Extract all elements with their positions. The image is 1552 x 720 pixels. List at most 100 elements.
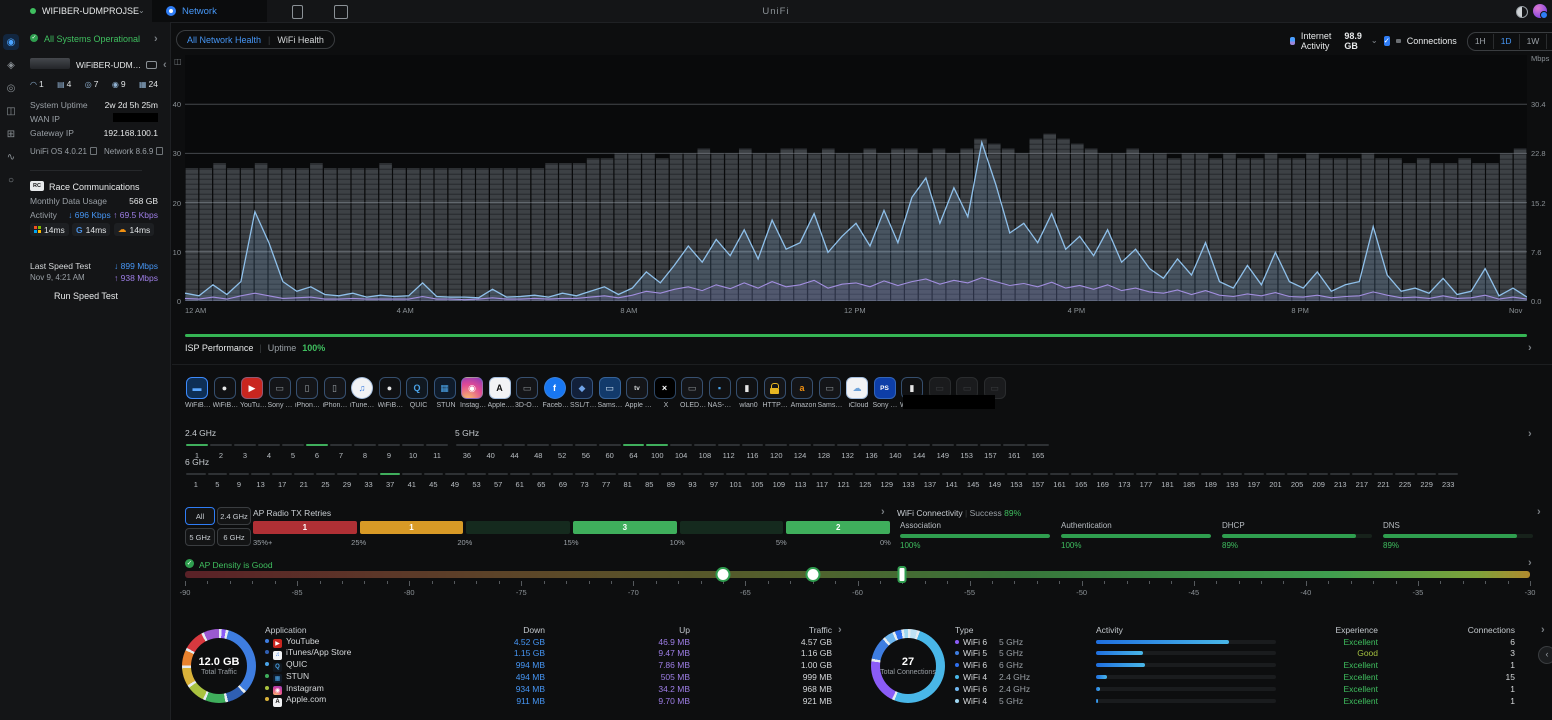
col-type[interactable]: Type [955,625,1096,635]
channel-165[interactable]: 165 [1070,473,1092,489]
innerspace-app-icon[interactable] [334,5,348,19]
channel-41[interactable]: 41 [401,473,423,489]
app-cell-instagram[interactable]: ◉Instagram [265,683,445,695]
channel-193[interactable]: 193 [1222,473,1244,489]
channel-133[interactable]: 133 [898,473,920,489]
copy-icon[interactable] [90,147,97,155]
channel-85[interactable]: 85 [638,473,660,489]
panel-collapse-icon[interactable]: ‹ [163,60,167,70]
channel-169[interactable]: 169 [1092,473,1114,489]
channel-105[interactable]: 105 [746,473,768,489]
type-cell[interactable]: WiFi 62.4 GHz [955,684,1096,694]
wifi-connectivity-chevron-icon[interactable]: › [1537,507,1541,517]
channel-153[interactable]: 153 [1006,473,1028,489]
app-wifiber-ap[interactable]: ▬WiFiBER-... [185,377,212,409]
channel-21[interactable]: 21 [293,473,315,489]
filter-all[interactable]: All [185,507,215,525]
channel-121[interactable]: 121 [833,473,855,489]
channel-113[interactable]: 113 [790,473,812,489]
app-samsung-device[interactable]: ▭Samsung-... [818,377,845,409]
channel-17[interactable]: 17 [271,473,293,489]
col-up[interactable]: Up [545,625,690,635]
channel-101[interactable]: 101 [725,473,747,489]
app-cell-quic[interactable]: QQUIC [265,659,445,672]
site-switcher[interactable]: WIFIBER-UDMPROJSE [42,6,139,16]
channel-29[interactable]: 29 [336,473,358,489]
app-cell-youtube[interactable]: ▶YouTube [265,636,445,648]
channel-57[interactable]: 57 [487,473,509,489]
app-oled-tv[interactable]: ▭OLED-TV [680,377,707,409]
channels-chevron-icon[interactable]: › [1528,429,1532,439]
channel-189[interactable]: 189 [1200,473,1222,489]
channel-69[interactable]: 69 [552,473,574,489]
app-wlan0[interactable]: ▮wlan0 [735,377,762,409]
ap-marker--66[interactable] [716,567,731,582]
range-1d[interactable]: 1D [1493,34,1519,49]
type-cell[interactable]: WiFi 55 GHz [955,648,1096,658]
app-icloud[interactable]: ☁iCloud [845,377,872,409]
channel-157[interactable]: 157 [1027,473,1049,489]
tab-wifi-health[interactable]: WiFi Health [277,35,324,45]
channel-53[interactable]: 53 [466,473,488,489]
col-experience[interactable]: Experience [1286,625,1378,635]
filter-6ghz[interactable]: 6 GHz [217,528,251,546]
app-cell-apple-com[interactable]: AApple.com [265,694,445,707]
app-apple-tv-plus[interactable]: tvApple TV+ [625,377,652,409]
type-cell[interactable]: WiFi 66 GHz [955,660,1096,670]
type-cell[interactable]: WiFi 65 GHz [955,637,1096,647]
col-traffic[interactable]: Traffic [690,625,832,635]
channel-205[interactable]: 205 [1286,473,1308,489]
app-youtube[interactable]: ▶YouTube [240,377,267,409]
col-activity[interactable]: Activity [1096,625,1286,635]
activity-chart[interactable] [185,55,1527,301]
channel-37[interactable]: 37 [379,473,401,489]
chevron-right-icon[interactable]: › [154,34,158,44]
protect-app-icon[interactable] [292,5,303,19]
channel-213[interactable]: 213 [1329,473,1351,489]
channel-233[interactable]: 233 [1437,473,1459,489]
app-instagram[interactable]: ◉Instagram [460,377,487,409]
app-cell-stun[interactable]: ▦STUN [265,671,445,683]
chart-options-icon[interactable]: ◫ [174,57,182,66]
chevron-down-icon[interactable]: ⌄ [1371,36,1378,46]
channel-217[interactable]: 217 [1351,473,1373,489]
channel-109[interactable]: 109 [768,473,790,489]
channel-5[interactable]: 5 [207,473,229,489]
app-sony-playstation[interactable]: ▭Sony Play... [268,377,295,409]
channel-185[interactable]: 185 [1178,473,1200,489]
traffic-table-chevron-icon[interactable]: › [838,625,842,635]
app-samsung-tv[interactable]: ▭Samsung [598,377,625,409]
channel-49[interactable]: 49 [444,473,466,489]
channel-97[interactable]: 97 [703,473,725,489]
col-application[interactable]: Application [265,625,445,635]
rail-item-applications[interactable]: ⊞ [3,126,19,142]
col-connections[interactable]: Connections [1378,625,1515,635]
app-x-app[interactable]: ×X [653,377,680,409]
type-cell[interactable]: WiFi 45 GHz [955,696,1096,706]
channel-89[interactable]: 89 [660,473,682,489]
theme-toggle-icon[interactable] [1516,6,1528,18]
ap-density-chevron-icon[interactable]: › [1528,558,1532,568]
app-amazon[interactable]: aAmazon [790,377,817,409]
app-wifiber-device-2[interactable]: ●WiFiBER-... [378,377,405,409]
channel-77[interactable]: 77 [595,473,617,489]
app-itunes-app-store[interactable]: ♫iTunes/Ap... [350,377,377,409]
channel-45[interactable]: 45 [423,473,445,489]
range-1h[interactable]: 1H [1468,34,1493,49]
rail-item-settings[interactable]: ○ [3,172,19,188]
side-panel-handle[interactable]: ‹ [1538,646,1552,664]
app-3d-oled[interactable]: ▭3D-OLED... [515,377,542,409]
channel-201[interactable]: 201 [1265,473,1287,489]
channel-225[interactable]: 225 [1394,473,1416,489]
channel-33[interactable]: 33 [358,473,380,489]
app-facebook[interactable]: fFacebook [543,377,570,409]
tx-retries-chevron-icon[interactable]: › [881,507,885,517]
channel-229[interactable]: 229 [1416,473,1438,489]
channel-93[interactable]: 93 [682,473,704,489]
filter-5ghz[interactable]: 5 GHz [185,528,215,546]
channel-221[interactable]: 221 [1373,473,1395,489]
channel-177[interactable]: 177 [1135,473,1157,489]
channel-161[interactable]: 161 [1049,473,1071,489]
rail-item-insights[interactable]: ∿ [3,149,19,165]
app-wifiber-device[interactable]: ●WiFiBER-... [213,377,240,409]
